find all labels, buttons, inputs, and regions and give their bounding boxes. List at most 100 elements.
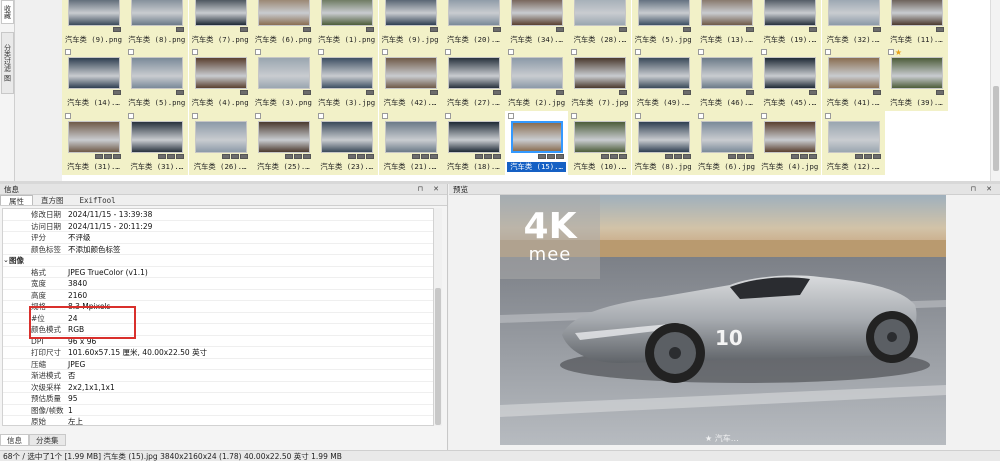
grid-scrollbar-thumb[interactable] xyxy=(993,86,999,171)
thumbnail-item[interactable]: 汽车类 (9).png xyxy=(62,0,125,48)
thumbnail-image[interactable] xyxy=(827,57,880,89)
thumbnail-item[interactable]: 汽车类 (46).… xyxy=(695,47,758,111)
thumbnail-checkbox[interactable] xyxy=(761,113,768,119)
thumbnail-image[interactable] xyxy=(321,57,374,89)
thumbnail-item[interactable]: 汽车类 (1).png xyxy=(315,0,379,48)
thumbnail-checkbox[interactable] xyxy=(318,49,325,55)
thumbnail-image[interactable] xyxy=(131,57,184,89)
thumbnail-checkbox[interactable] xyxy=(698,113,704,119)
thumbnail-image[interactable] xyxy=(764,0,817,26)
thumbnail-checkbox[interactable] xyxy=(824,113,831,119)
thumbnail-checkbox[interactable] xyxy=(634,49,641,55)
thumbnail-image[interactable] xyxy=(511,121,564,153)
thumbnail-image[interactable] xyxy=(321,0,374,26)
thumbnail-item[interactable]: 汽车类 (41).… xyxy=(821,47,885,111)
thumbnail-image[interactable] xyxy=(827,121,880,153)
thumbnail-image[interactable] xyxy=(257,121,310,153)
thumbnail-image[interactable] xyxy=(574,121,627,153)
thumbnail-item[interactable]: 汽车类 (4).jpg xyxy=(758,111,822,175)
thumbnail-item[interactable]: 汽车类 (20).… xyxy=(441,0,505,48)
thumbnail-image[interactable] xyxy=(68,121,120,153)
thumbnail-image[interactable] xyxy=(890,0,943,26)
thumbnail-image[interactable] xyxy=(447,121,500,153)
grid-scrollbar[interactable] xyxy=(990,0,1000,181)
thumbnail-checkbox[interactable] xyxy=(254,113,261,119)
thumbnail-image[interactable] xyxy=(384,0,437,26)
thumbnail-item[interactable]: 汽车类 (45).… xyxy=(758,47,822,111)
thumbnail-checkbox[interactable] xyxy=(191,49,198,55)
thumbnail-image[interactable] xyxy=(637,57,690,89)
thumbnail-checkbox[interactable] xyxy=(824,49,831,55)
thumbnail-checkbox[interactable] xyxy=(65,113,71,119)
thumbnail-image[interactable] xyxy=(321,121,374,153)
thumbnail-checkbox[interactable] xyxy=(887,49,894,55)
thumbnail-item[interactable]: ★ 汽车类 (39).… xyxy=(884,47,948,111)
thumbnail-item[interactable]: 汽车类 (14).… xyxy=(62,47,125,111)
thumbnail-item[interactable]: 汽车类 (5).jpg xyxy=(631,0,695,48)
thumbnail-image[interactable] xyxy=(257,0,310,26)
thumbnail-item[interactable]: 汽车类 (10).… xyxy=(568,111,632,175)
thumbnail-item[interactable]: 汽车类 (5).png xyxy=(125,47,189,111)
thumbnail-checkbox[interactable] xyxy=(634,113,641,119)
tab-properties[interactable]: 属性 xyxy=(0,195,33,206)
thumbnail-image[interactable] xyxy=(384,57,437,89)
preview-panel-window-buttons[interactable]: ⊓ ✕ xyxy=(970,184,996,195)
thumbnail-image[interactable] xyxy=(827,0,880,26)
thumbnail-item[interactable]: 汽车类 (31).… xyxy=(125,111,189,175)
properties-scrollbar-thumb[interactable] xyxy=(435,288,441,425)
thumbnail-image[interactable] xyxy=(447,0,500,26)
thumbnail-image[interactable] xyxy=(511,57,564,89)
thumbnail-image[interactable] xyxy=(131,121,184,153)
thumbnail-image[interactable] xyxy=(890,57,943,89)
chevron-down-icon[interactable]: ⌄ xyxy=(3,255,9,267)
tab-category-set[interactable]: 分类集 xyxy=(29,434,66,446)
thumbnail-image[interactable] xyxy=(511,0,564,26)
thumbnail-checkbox[interactable] xyxy=(508,49,515,55)
thumbnail-item[interactable]: 汽车类 (6).jpg xyxy=(695,111,758,175)
tab-exiftool[interactable]: ExifTool xyxy=(72,195,124,205)
tab-info[interactable]: 信息 xyxy=(0,434,29,446)
thumbnail-image[interactable] xyxy=(131,0,184,26)
thumbnail-item[interactable]: 汽车类 (18).… xyxy=(441,111,505,175)
thumbnail-checkbox[interactable] xyxy=(698,49,704,55)
thumbnail-image[interactable] xyxy=(384,121,437,153)
thumbnail-item[interactable]: 汽车类 (8).jpg xyxy=(631,111,695,175)
thumbnail-image[interactable] xyxy=(701,57,753,89)
thumbnail-item[interactable]: 汽车类 (3).png xyxy=(251,47,315,111)
properties-scrollbar[interactable] xyxy=(434,208,442,426)
thumbnail-image[interactable] xyxy=(194,121,247,153)
thumbnail-checkbox[interactable] xyxy=(128,49,135,55)
thumbnail-image[interactable] xyxy=(574,0,627,26)
thumbnail-item[interactable]: 汽车类 (7).jpg xyxy=(568,47,632,111)
thumbnail-checkbox[interactable] xyxy=(381,113,388,119)
thumbnail-item[interactable]: 汽车类 (28).… xyxy=(568,0,632,48)
thumbnail-image[interactable] xyxy=(701,121,753,153)
thumbnail-image[interactable] xyxy=(68,57,120,89)
thumbnail-image[interactable] xyxy=(194,0,247,26)
thumbnail-item[interactable]: 汽车类 (31).… xyxy=(62,111,125,175)
thumbnail-item[interactable]: 汽车类 (26).… xyxy=(188,111,252,175)
side-tab-favorites[interactable]: 收藏 xyxy=(1,0,14,24)
property-section-header[interactable]: ⌄ 图像 xyxy=(3,255,433,267)
thumbnail-image[interactable] xyxy=(764,121,817,153)
thumbnail-item[interactable]: 汽车类 (13).… xyxy=(695,0,758,48)
thumbnail-image[interactable] xyxy=(194,57,247,89)
thumbnail-checkbox[interactable] xyxy=(381,49,388,55)
thumbnail-item[interactable]: 汽车类 (12).… xyxy=(821,111,885,175)
thumbnail-checkbox[interactable] xyxy=(128,113,135,119)
thumbnail-checkbox[interactable] xyxy=(444,113,451,119)
thumbnail-item[interactable]: 汽车类 (7).png xyxy=(188,0,252,48)
thumbnail-item[interactable]: 汽车类 (21).… xyxy=(378,111,442,175)
thumbnail-item[interactable]: 汽车类 (8).png xyxy=(125,0,189,48)
thumbnail-checkbox[interactable] xyxy=(191,113,198,119)
thumbnail-item[interactable]: 汽车类 (23).… xyxy=(315,111,379,175)
thumbnail-image[interactable] xyxy=(257,57,310,89)
thumbnail-image[interactable] xyxy=(447,57,500,89)
thumbnail-image[interactable] xyxy=(764,57,817,89)
thumbnail-checkbox[interactable] xyxy=(508,113,515,119)
thumbnail-checkbox[interactable] xyxy=(571,113,578,119)
thumbnail-checkbox[interactable] xyxy=(761,49,768,55)
tab-histogram[interactable]: 直方图 xyxy=(33,195,72,205)
thumbnail-image[interactable] xyxy=(68,0,120,26)
thumbnail-item[interactable]: 汽车类 (15).… xyxy=(505,111,569,175)
